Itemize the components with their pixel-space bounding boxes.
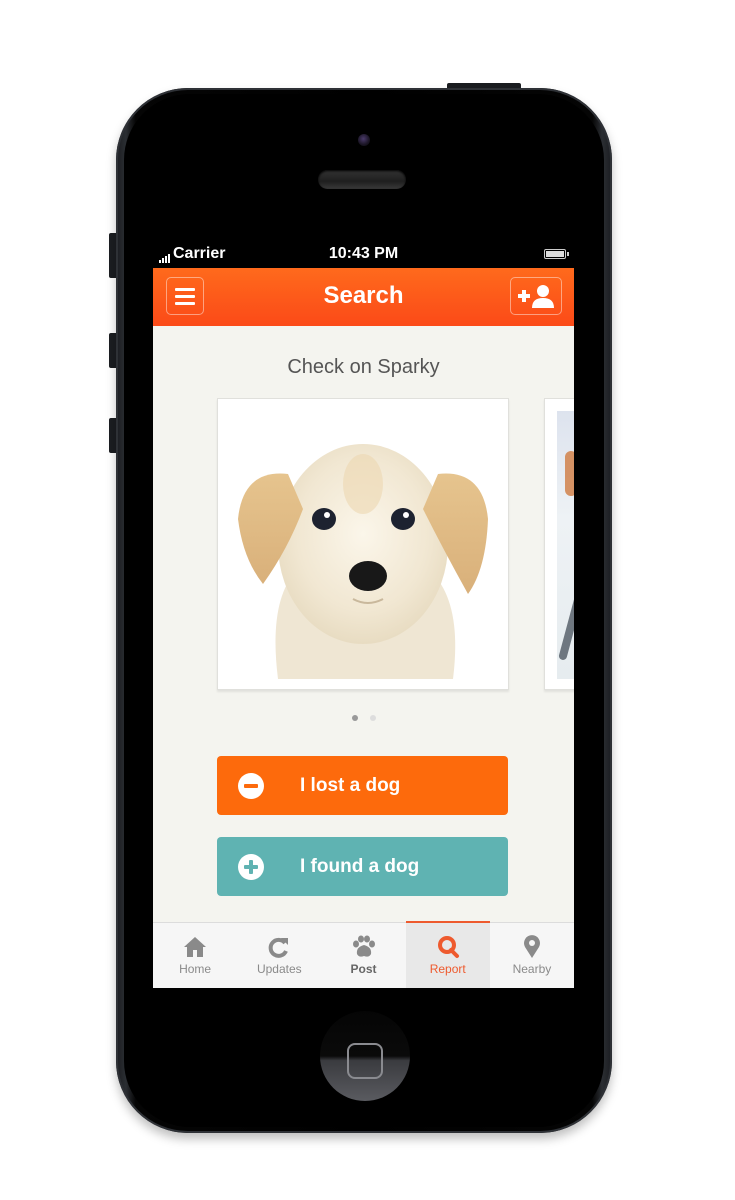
- carousel-page-indicator: [153, 715, 574, 721]
- plus-circle-icon: [238, 854, 264, 880]
- tab-report-label: Report: [429, 962, 466, 976]
- status-time: 10:43 PM: [328, 245, 399, 262]
- content-title: Check on Sparky: [287, 356, 440, 378]
- front-camera-icon: [358, 134, 370, 146]
- page-dot-1[interactable]: [351, 715, 358, 721]
- phone-screen: Carrier 10:43 PM Search Check on Sparky: [153, 238, 574, 988]
- add-user-icon: [518, 285, 554, 308]
- found-dog-label: I found a dog: [300, 856, 420, 877]
- location-pin-icon: [523, 935, 540, 958]
- found-dog-button[interactable]: I found a dog: [217, 837, 508, 896]
- lost-dog-button[interactable]: I lost a dog: [217, 756, 508, 815]
- tab-post-label: Post: [350, 962, 377, 976]
- paw-icon: [352, 935, 375, 957]
- tab-updates[interactable]: Updates: [237, 923, 321, 988]
- next-dog-card[interactable]: [544, 398, 574, 690]
- dog-card[interactable]: [217, 398, 509, 690]
- puppy-photo: [238, 444, 488, 679]
- lost-dog-label: I lost a dog: [300, 775, 401, 796]
- earpiece-speaker: [318, 170, 406, 189]
- minus-circle-icon: [238, 773, 264, 799]
- home-icon: [184, 937, 207, 957]
- tab-nearby[interactable]: Nearby: [490, 923, 574, 988]
- next-dog-photo: [557, 411, 574, 679]
- tab-bar: Home Updates Post Report Nearby: [153, 921, 574, 988]
- refresh-icon: [269, 937, 289, 958]
- home-button[interactable]: [320, 1011, 410, 1101]
- search-icon: [437, 936, 459, 958]
- navigation-bar: Search: [153, 268, 574, 326]
- status-bar: Carrier 10:43 PM: [153, 238, 574, 268]
- battery-icon: [544, 249, 569, 259]
- home-square-icon: [347, 1043, 383, 1079]
- tab-home-label: Home: [179, 962, 212, 976]
- tab-updates-label: Updates: [256, 962, 302, 976]
- tab-post[interactable]: Post: [321, 923, 405, 988]
- tab-home[interactable]: Home: [153, 923, 237, 988]
- tab-report[interactable]: Report: [405, 921, 491, 988]
- add-user-button[interactable]: [510, 277, 562, 315]
- tab-nearby-label: Nearby: [512, 962, 552, 976]
- page-dot-2[interactable]: [369, 715, 376, 721]
